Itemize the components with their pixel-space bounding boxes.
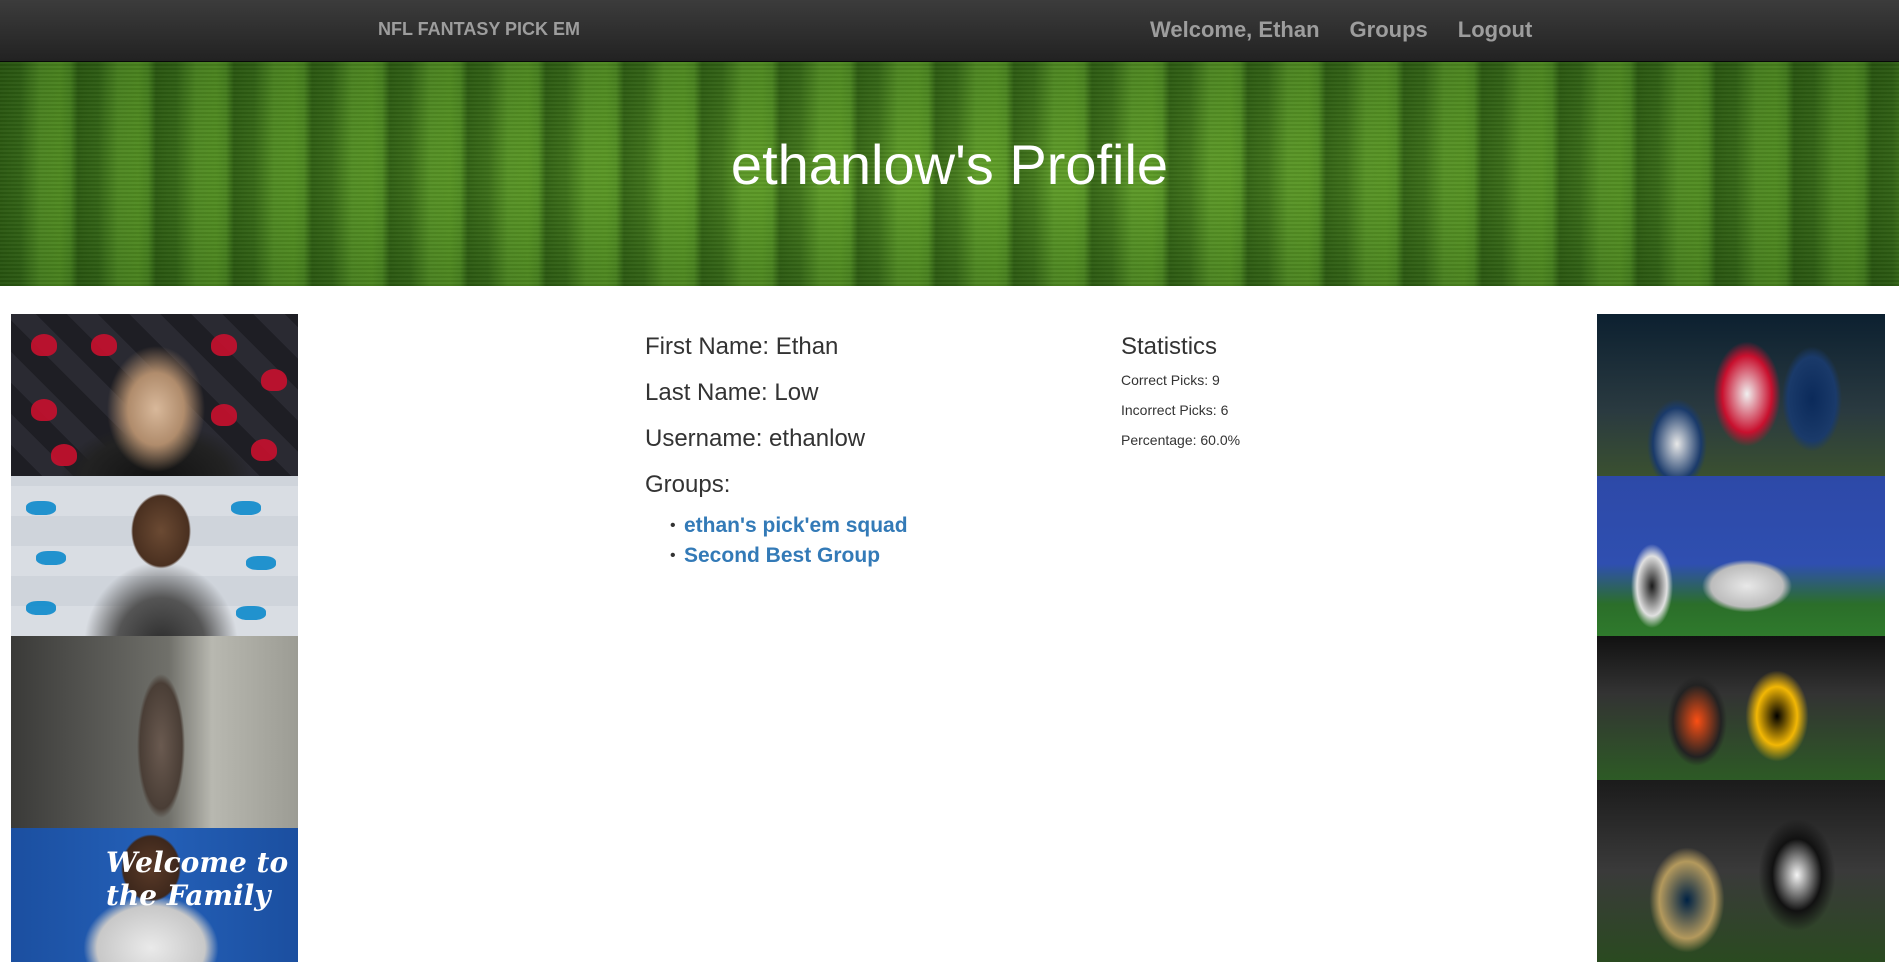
correct-picks-value: 9 [1212, 372, 1220, 388]
username-row: Username: ethanlow [645, 425, 908, 471]
nav-welcome-user[interactable]: Welcome, Ethan [1150, 17, 1320, 43]
brand-link[interactable]: NFL FANTASY PICK EM [378, 19, 580, 40]
side-photo-draft-welcome: Welcome to the Family [11, 828, 298, 962]
side-photo-referee-rams [1597, 780, 1885, 962]
correct-picks-label: Correct Picks: [1121, 372, 1209, 388]
list-item: Second Best Group [670, 541, 908, 571]
username-value: ethanlow [769, 425, 866, 452]
percentage-value: 60.0% [1200, 432, 1241, 448]
profile-info: First Name: Ethan Last Name: Low Usernam… [645, 333, 908, 571]
first-name-row: First Name: Ethan [645, 333, 908, 379]
first-name-label: First Name: [645, 333, 770, 360]
page-title: ethanlow's Profile [730, 133, 1169, 196]
percentage-row: Percentage: 60.0% [1121, 425, 1240, 455]
side-photo-press-conference-panthers [11, 476, 298, 636]
statistics-panel: Statistics Correct Picks: 9 Incorrect Pi… [1121, 333, 1240, 455]
group-link[interactable]: Second Best Group [684, 544, 880, 567]
group-link[interactable]: ethan's pick'em squad [684, 514, 908, 537]
draft-banner-text: Welcome to the Family [106, 846, 289, 912]
incorrect-picks-row: Incorrect Picks: 6 [1121, 395, 1240, 425]
nav-logout-link[interactable]: Logout [1458, 17, 1533, 43]
percentage-label: Percentage: [1121, 432, 1197, 448]
hero-banner: ethanlow's Profile [0, 62, 1899, 286]
last-name-value: Low [774, 379, 819, 406]
side-photo-press-conference-buccaneers [11, 314, 298, 476]
side-photo-steelers-bengals [1597, 636, 1885, 780]
groups-list: ethan's pick'em squad Second Best Group [670, 511, 908, 571]
list-item: ethan's pick'em squad [670, 511, 908, 541]
username-label: Username: [645, 425, 763, 452]
last-name-label: Last Name: [645, 379, 768, 406]
side-photo-helmet-catch [1597, 314, 1885, 476]
first-name-value: Ethan [775, 333, 839, 360]
side-photo-one-hand-catch [1597, 476, 1885, 636]
side-photo-player-tunnel [11, 636, 298, 828]
last-name-row: Last Name: Low [645, 379, 908, 425]
top-navbar: NFL FANTASY PICK EM Welcome, Ethan Group… [0, 0, 1899, 62]
navbar-right-links: Welcome, Ethan Groups Logout [1150, 17, 1562, 43]
correct-picks-row: Correct Picks: 9 [1121, 365, 1240, 395]
incorrect-picks-value: 6 [1220, 402, 1229, 418]
incorrect-picks-label: Incorrect Picks: [1121, 402, 1217, 418]
nav-groups-link[interactable]: Groups [1350, 17, 1428, 43]
statistics-title: Statistics [1121, 333, 1218, 360]
